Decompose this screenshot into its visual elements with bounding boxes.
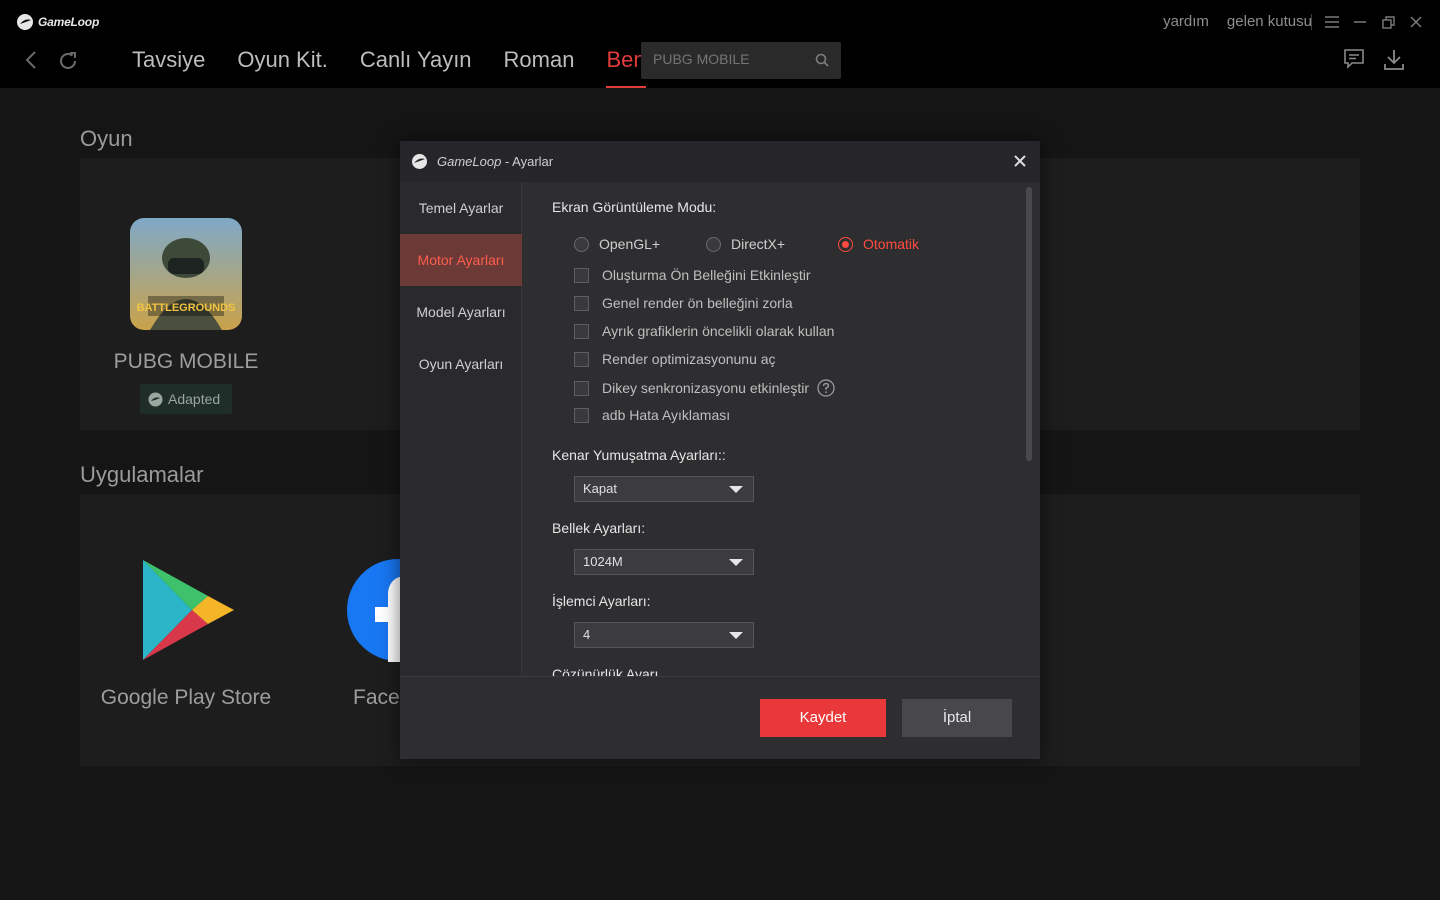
radio-directx[interactable]: DirectX+ <box>706 236 785 252</box>
window-separator <box>1311 14 1312 30</box>
radio-dot <box>706 236 721 252</box>
checkbox-render-cache[interactable]: Oluşturma Ön Belleğini Etkinleştir <box>574 267 811 283</box>
refresh-icon[interactable] <box>57 50 79 72</box>
cpu-label: İşlemci Ayarları: <box>552 593 651 609</box>
checkbox-box <box>574 351 589 367</box>
sidebar-item-temel-ayarlar[interactable]: Temel Ayarlar <box>400 182 522 234</box>
checkbox-box <box>574 267 589 283</box>
settings-scrollbar[interactable] <box>1026 187 1032 461</box>
help-question-icon[interactable] <box>817 379 835 397</box>
checkbox-discrete-gpu[interactable]: Ayrık grafiklerin öncelikli olarak kulla… <box>574 323 834 339</box>
cpu-select-value: 4 <box>583 627 591 642</box>
message-icon[interactable] <box>1344 49 1364 69</box>
dialog-title: GameLoop - Ayarlar <box>437 154 553 169</box>
search-box <box>641 42 841 79</box>
play-store-name: Google Play Store <box>100 686 272 709</box>
dialog-sidebar: Temel Ayarlar Motor Ayarları Model Ayarl… <box>400 182 522 676</box>
checkbox-force-render-cache-label: Genel render ön belleğini zorla <box>602 295 793 311</box>
minimize-icon[interactable] <box>1350 12 1370 32</box>
facebook-icon[interactable] <box>346 558 406 662</box>
checkbox-box <box>574 295 589 311</box>
brand-name: GameLoop <box>38 15 100 29</box>
gameloop-logo-icon <box>411 153 428 170</box>
adapted-badge: Adapted <box>140 384 232 414</box>
help-link[interactable]: yardım <box>1163 13 1209 30</box>
close-icon[interactable] <box>1012 153 1028 169</box>
dialog-title-suffix: - Ayarlar <box>501 154 554 169</box>
antialias-label: Kenar Yumuşatma Ayarları:: <box>552 447 726 463</box>
games-section-title: Oyun <box>80 126 133 151</box>
pubg-logo-text: BATTLEGROUNDS <box>137 302 236 314</box>
radio-dot <box>574 236 589 252</box>
radio-otomatik-label: Otomatik <box>863 236 920 252</box>
adapted-badge-label: Adapted <box>168 391 221 407</box>
radio-opengl[interactable]: OpenGL+ <box>574 236 660 252</box>
checkbox-force-render-cache[interactable]: Genel render ön belleğini zorla <box>574 295 793 311</box>
checkbox-render-optimization[interactable]: Render optimizasyonunu aç <box>574 351 776 367</box>
sidebar-item-motor-ayarlari[interactable]: Motor Ayarları <box>400 234 522 286</box>
radio-opengl-label: OpenGL+ <box>599 236 661 252</box>
checkbox-box <box>574 380 589 396</box>
checkbox-adb-debug-label: adb Hata Ayıklaması <box>602 407 731 423</box>
settings-dialog: GameLoop - Ayarlar Temel Ayarlar Motor A… <box>400 141 1040 759</box>
radio-dot <box>838 236 853 252</box>
cpu-select[interactable]: 4 <box>574 622 754 648</box>
menu-icon[interactable] <box>1322 12 1342 32</box>
close-window-icon[interactable] <box>1406 12 1426 32</box>
tab-oyun-kit[interactable]: Oyun Kit. <box>237 47 327 88</box>
chevron-down-icon <box>729 486 743 493</box>
dialog-title-brand: GameLoop <box>437 154 502 169</box>
radio-directx-label: DirectX+ <box>731 236 786 252</box>
checkbox-vsync[interactable]: Dikey senkronizasyonu etkinleştir <box>574 379 835 397</box>
restore-icon[interactable] <box>1378 12 1398 32</box>
memory-label: Bellek Ayarları: <box>552 520 646 536</box>
cancel-button[interactable]: İptal <box>902 699 1012 737</box>
radio-otomatik[interactable]: Otomatik <box>838 236 919 252</box>
display-mode-label: Ekran Görüntüleme Modu: <box>552 199 717 215</box>
download-icon[interactable] <box>1383 49 1405 71</box>
checkbox-adb-debug[interactable]: adb Hata Ayıklaması <box>574 407 730 423</box>
app-header: GameLoop yardım gelen kutusu Tavsiye Oyu… <box>0 0 1440 88</box>
gameloop-badge-icon <box>148 392 163 406</box>
brand-logo: GameLoop <box>16 13 99 31</box>
memory-select-value: 1024M <box>583 554 623 569</box>
tab-tavsiye[interactable]: Tavsiye <box>132 47 205 88</box>
facebook-name: Faceb <box>353 686 405 709</box>
tab-roman[interactable]: Roman <box>504 47 575 88</box>
gameloop-logo-icon <box>17 14 33 30</box>
save-button[interactable]: Kaydet <box>760 699 886 737</box>
window-links: yardım gelen kutusu <box>1163 13 1312 30</box>
resolution-label: Çözünürlük Ayarı <box>552 666 659 676</box>
dialog-footer-divider <box>400 676 1040 677</box>
inbox-link[interactable]: gelen kutusu <box>1227 13 1312 30</box>
chevron-down-icon <box>729 632 743 639</box>
checkbox-render-optimization-label: Render optimizasyonunu aç <box>602 351 776 367</box>
search-icon[interactable] <box>815 53 829 67</box>
search-input[interactable] <box>653 51 803 67</box>
dialog-titlebar: GameLoop - Ayarlar <box>400 141 1040 182</box>
tab-ben[interactable]: Ben <box>606 47 646 88</box>
back-arrow-icon[interactable] <box>22 50 40 70</box>
apps-section-title: Uygulamalar <box>80 462 204 487</box>
sidebar-item-oyun-ayarlari[interactable]: Oyun Ayarları <box>400 338 522 390</box>
chevron-down-icon <box>729 559 743 566</box>
checkbox-box <box>574 407 589 423</box>
pubg-game-name: PUBG MOBILE <box>113 350 259 373</box>
antialias-select-value: Kapat <box>583 481 617 496</box>
checkbox-render-cache-label: Oluşturma Ön Belleğini Etkinleştir <box>602 267 811 283</box>
checkbox-discrete-gpu-label: Ayrık grafiklerin öncelikli olarak kulla… <box>602 323 835 339</box>
checkbox-vsync-label: Dikey senkronizasyonu etkinleştir <box>602 380 809 396</box>
tab-canli-yayin[interactable]: Canlı Yayın <box>360 47 472 88</box>
checkbox-box <box>574 323 589 339</box>
sidebar-item-model-ayarlari[interactable]: Model Ayarları <box>400 286 522 338</box>
main-nav: Tavsiye Oyun Kit. Canlı Yayın Roman Ben <box>132 47 678 88</box>
pubg-game-icon[interactable]: BATTLEGROUNDS <box>130 218 242 330</box>
antialias-select[interactable]: Kapat <box>574 476 754 502</box>
memory-select[interactable]: 1024M <box>574 549 754 575</box>
play-store-icon[interactable] <box>140 558 236 662</box>
engine-settings-content: Ekran Görüntüleme Modu: OpenGL+ DirectX+… <box>523 182 1040 676</box>
